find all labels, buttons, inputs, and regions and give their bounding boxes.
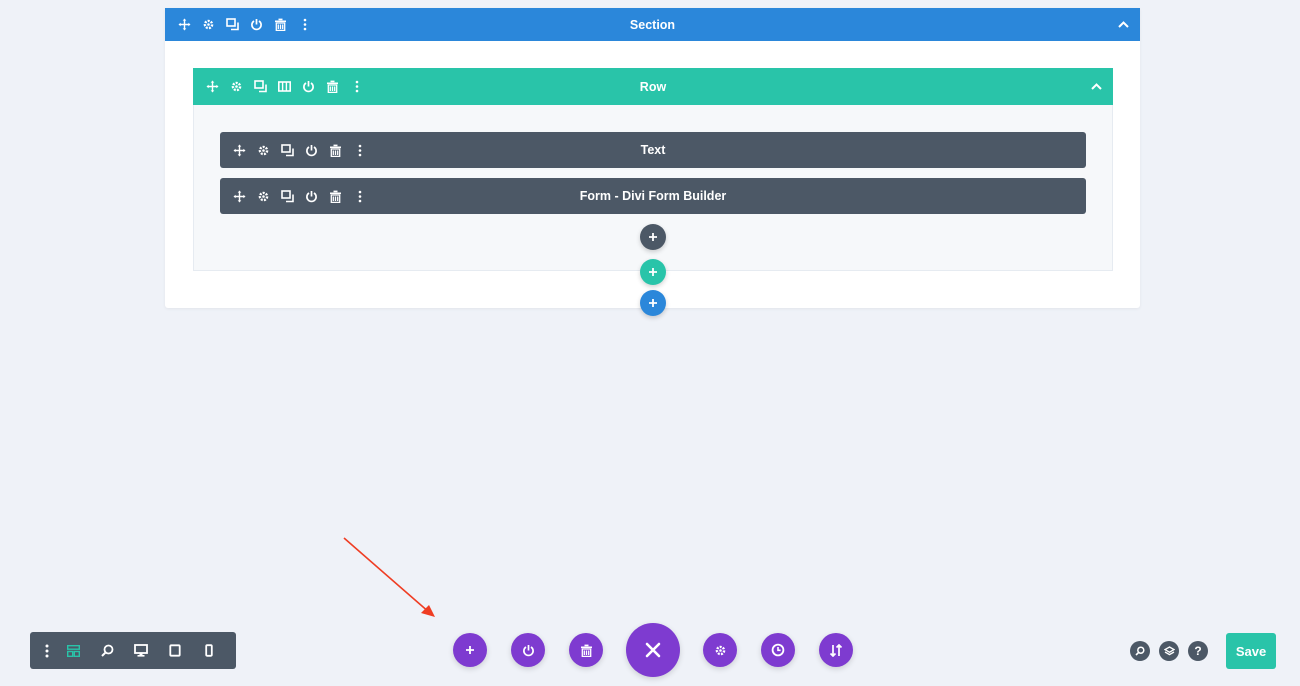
view-mode-toolbar xyxy=(30,632,236,669)
trash-icon[interactable] xyxy=(325,79,340,94)
history-button[interactable] xyxy=(761,633,795,667)
plus-icon xyxy=(649,268,657,276)
more-vertical-icon[interactable] xyxy=(38,632,56,669)
gear-icon[interactable] xyxy=(256,189,271,204)
gear-icon[interactable] xyxy=(256,143,271,158)
clear-layout-button[interactable] xyxy=(569,633,603,667)
row-toolbar xyxy=(193,68,364,105)
move-icon[interactable] xyxy=(232,189,247,204)
module-bar-text[interactable]: Text xyxy=(220,132,1086,168)
tablet-icon[interactable] xyxy=(158,632,192,669)
add-row-button[interactable] xyxy=(640,259,666,285)
move-icon[interactable] xyxy=(232,143,247,158)
gear-icon xyxy=(715,645,725,655)
help-icon: ? xyxy=(1194,644,1202,658)
add-module-button[interactable] xyxy=(640,224,666,250)
phone-icon[interactable] xyxy=(192,632,226,669)
close-page-settings-button[interactable] xyxy=(626,623,680,677)
portability-icon xyxy=(829,643,843,657)
close-icon xyxy=(645,642,661,658)
more-vertical-icon[interactable] xyxy=(349,79,364,94)
chevron-up-icon[interactable] xyxy=(1116,18,1130,32)
page-settings-button[interactable] xyxy=(703,633,737,667)
trash-icon[interactable] xyxy=(328,143,343,158)
wireframe-icon[interactable] xyxy=(56,632,90,669)
help-button[interactable]: ? xyxy=(1188,641,1208,661)
section-toolbar xyxy=(165,8,312,41)
duplicate-icon[interactable] xyxy=(253,79,268,94)
power-icon[interactable] xyxy=(301,79,316,94)
add-layout-button[interactable] xyxy=(453,633,487,667)
history-icon xyxy=(771,643,785,657)
row-header-bar[interactable]: Row xyxy=(193,68,1113,105)
plus-icon xyxy=(649,299,657,307)
disable-button[interactable] xyxy=(511,633,545,667)
move-icon[interactable] xyxy=(205,79,220,94)
more-vertical-icon[interactable] xyxy=(352,189,367,204)
power-icon[interactable] xyxy=(304,143,319,158)
module-bar-form[interactable]: Form - Divi Form Builder xyxy=(220,178,1086,214)
power-icon xyxy=(522,644,534,656)
module-toolbar xyxy=(220,178,367,214)
annotation-arrow-icon xyxy=(343,537,435,617)
trash-icon[interactable] xyxy=(328,189,343,204)
duplicate-icon[interactable] xyxy=(280,189,295,204)
save-button[interactable]: Save xyxy=(1226,633,1276,669)
trash-icon[interactable] xyxy=(273,17,288,32)
layers-icon xyxy=(1163,645,1175,655)
gear-icon[interactable] xyxy=(229,79,244,94)
portability-button[interactable] xyxy=(819,633,853,667)
move-icon[interactable] xyxy=(177,17,192,32)
zoom-icon[interactable] xyxy=(90,632,124,669)
power-icon[interactable] xyxy=(249,17,264,32)
trash-icon xyxy=(580,644,592,657)
power-icon[interactable] xyxy=(304,189,319,204)
search-button[interactable] xyxy=(1130,641,1150,661)
columns-icon[interactable] xyxy=(277,79,292,94)
chevron-up-icon[interactable] xyxy=(1089,80,1103,94)
section-header-bar[interactable]: Section xyxy=(165,8,1140,41)
plus-icon xyxy=(649,233,657,241)
duplicate-icon[interactable] xyxy=(280,143,295,158)
gear-icon[interactable] xyxy=(201,17,216,32)
duplicate-icon[interactable] xyxy=(225,17,240,32)
desktop-icon[interactable] xyxy=(124,632,158,669)
search-icon xyxy=(1135,646,1145,656)
more-vertical-icon[interactable] xyxy=(297,17,312,32)
module-toolbar xyxy=(220,132,367,168)
add-section-button[interactable] xyxy=(640,290,666,316)
more-vertical-icon[interactable] xyxy=(352,143,367,158)
plus-icon xyxy=(466,646,474,654)
layers-button[interactable] xyxy=(1159,641,1179,661)
